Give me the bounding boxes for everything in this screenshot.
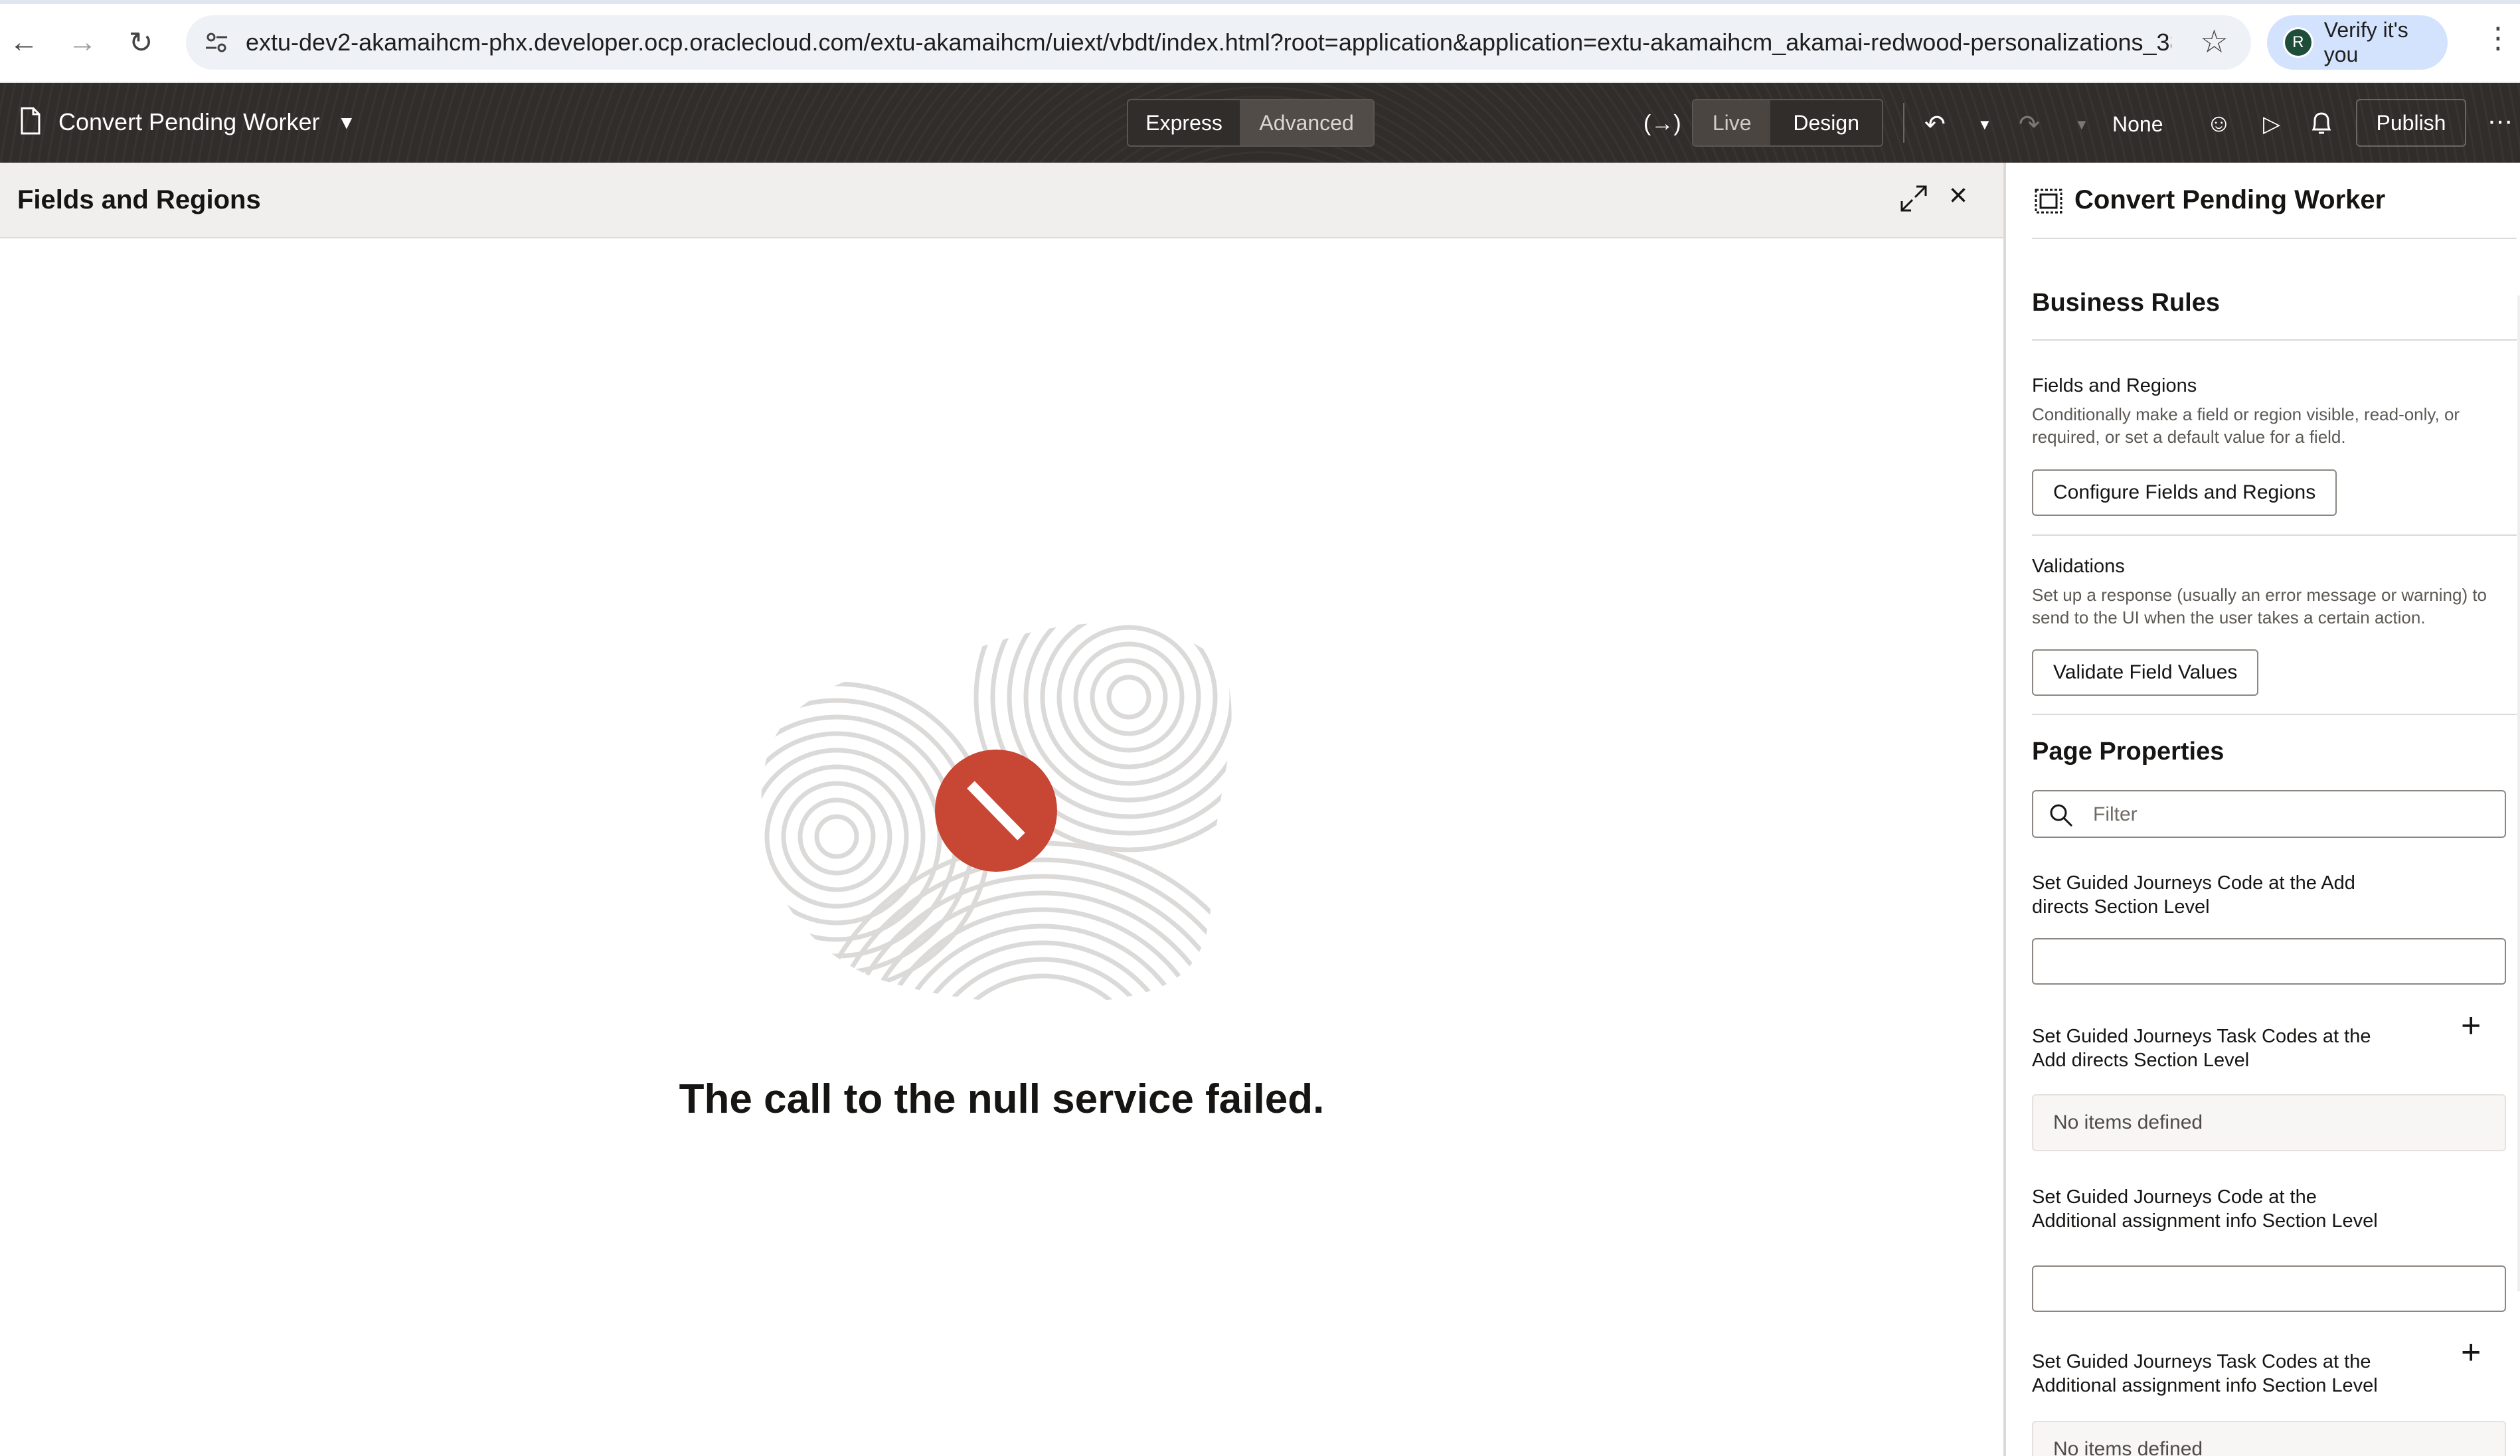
add-directs-code-input[interactable] bbox=[2032, 938, 2506, 985]
add-icon[interactable]: + bbox=[2461, 1333, 2481, 1372]
filter-placeholder: Filter bbox=[2093, 803, 2138, 825]
undo-icon[interactable]: ↶ bbox=[1924, 110, 1946, 139]
header-divider bbox=[1903, 103, 1904, 143]
search-icon bbox=[2050, 804, 2073, 827]
smiley-icon[interactable]: ☺ bbox=[2206, 110, 2232, 138]
validate-field-values-button[interactable]: Validate Field Values bbox=[2032, 649, 2259, 696]
error-illustration bbox=[761, 623, 1232, 1003]
tab-strip bbox=[0, 0, 2520, 4]
view-switcher: Live Design bbox=[1692, 99, 1883, 147]
validations-description: Set up a response (usually an error mess… bbox=[2032, 585, 2487, 627]
add-directs-task-codes-list: No items defined bbox=[2032, 1094, 2506, 1151]
back-icon[interactable]: ← bbox=[0, 19, 48, 66]
additional-assignment-code-input[interactable] bbox=[2032, 1265, 2506, 1312]
tab-live[interactable]: Live bbox=[1693, 100, 1771, 145]
field-label-additional-assignment-task-codes: Set Guided Journeys Task Codes at the Ad… bbox=[2032, 1351, 2378, 1396]
properties-panel: Convert Pending Worker Business Rules Fi… bbox=[2003, 163, 2520, 1456]
panel-title: Fields and Regions bbox=[17, 185, 261, 214]
preview-play-icon[interactable]: ▷ bbox=[2263, 111, 2280, 137]
tab-express[interactable]: Express bbox=[1128, 100, 1240, 145]
divider bbox=[2032, 534, 2517, 536]
redo-icon[interactable]: ↷ bbox=[2019, 110, 2040, 139]
divider bbox=[2032, 238, 2517, 239]
page-title[interactable]: Convert Pending Worker bbox=[58, 108, 320, 136]
page-icon bbox=[21, 107, 41, 135]
fields-regions-description: Conditionally make a field or region vis… bbox=[2032, 404, 2460, 447]
chevron-down-icon[interactable]: ▼ bbox=[337, 112, 356, 133]
page-layout-icon bbox=[2035, 189, 2062, 214]
fields-regions-panel: Fields and Regions × The call to the nul… bbox=[0, 163, 2003, 1456]
site-settings-icon[interactable] bbox=[201, 27, 232, 58]
tab-design[interactable]: Design bbox=[1770, 100, 1882, 145]
divider bbox=[2032, 714, 2517, 715]
publish-button[interactable]: Publish bbox=[2356, 99, 2466, 147]
mode-switcher: Express Advanced bbox=[1127, 99, 1375, 147]
bookmark-star-icon[interactable]: ☆ bbox=[2200, 23, 2228, 60]
browser-menu-icon[interactable]: ⋮ bbox=[2483, 21, 2513, 55]
address-bar[interactable]: extu-dev2-akamaihcm-phx.developer.ocp.or… bbox=[186, 15, 2251, 70]
url-text[interactable]: extu-dev2-akamaihcm-phx.developer.ocp.or… bbox=[246, 29, 2171, 56]
scrollbar[interactable] bbox=[2517, 295, 2520, 1291]
tab-advanced[interactable]: Advanced bbox=[1240, 100, 1373, 145]
undo-menu-chevron-icon[interactable]: ▼ bbox=[1977, 116, 1992, 133]
app-header: Convert Pending Worker ▼ Express Advance… bbox=[0, 83, 2520, 163]
reload-icon[interactable]: ↻ bbox=[117, 19, 165, 66]
business-rules-heading: Business Rules bbox=[2032, 289, 2220, 317]
additional-assignment-task-codes-list: No items defined bbox=[2032, 1421, 2506, 1456]
error-message: The call to the null service failed. bbox=[679, 1076, 1325, 1122]
add-icon[interactable]: + bbox=[2461, 1006, 2481, 1046]
configure-fields-regions-button[interactable]: Configure Fields and Regions bbox=[2032, 469, 2337, 516]
filter-input[interactable]: Filter bbox=[2032, 790, 2506, 838]
variable-icon[interactable]: (→) bbox=[1643, 111, 1681, 137]
page-properties-heading: Page Properties bbox=[2032, 738, 2225, 766]
forward-icon[interactable]: → bbox=[58, 19, 106, 66]
more-icon[interactable]: ⋯ bbox=[2487, 107, 2513, 137]
field-label-additional-assignment-code: Set Guided Journeys Code at the Addition… bbox=[2032, 1186, 2378, 1232]
panel-header: Fields and Regions × bbox=[0, 163, 2003, 238]
fields-regions-label: Fields and Regions bbox=[2032, 375, 2197, 396]
none-selector[interactable]: None bbox=[2112, 112, 2163, 137]
profile-chip[interactable]: R Verify it's you bbox=[2267, 15, 2448, 70]
properties-title: Convert Pending Worker bbox=[2074, 185, 2386, 214]
profile-label: Verify it's you bbox=[2323, 18, 2408, 66]
validations-label: Validations bbox=[2032, 556, 2125, 577]
redo-menu-chevron-icon[interactable]: ▼ bbox=[2074, 116, 2089, 133]
divider bbox=[2032, 339, 2517, 341]
expand-icon[interactable] bbox=[1899, 184, 1928, 213]
bell-icon[interactable] bbox=[2310, 110, 2333, 143]
close-icon[interactable]: × bbox=[1949, 177, 1968, 214]
field-label-add-directs-task-codes: Set Guided Journeys Task Codes at the Ad… bbox=[2032, 1026, 2371, 1071]
field-label-add-directs-code: Set Guided Journeys Code at the Add dire… bbox=[2032, 872, 2355, 918]
avatar: R bbox=[2283, 27, 2313, 58]
browser-toolbar: ← → ↻ extu-dev2-akamaihcm-phx.developer.… bbox=[0, 0, 2520, 83]
